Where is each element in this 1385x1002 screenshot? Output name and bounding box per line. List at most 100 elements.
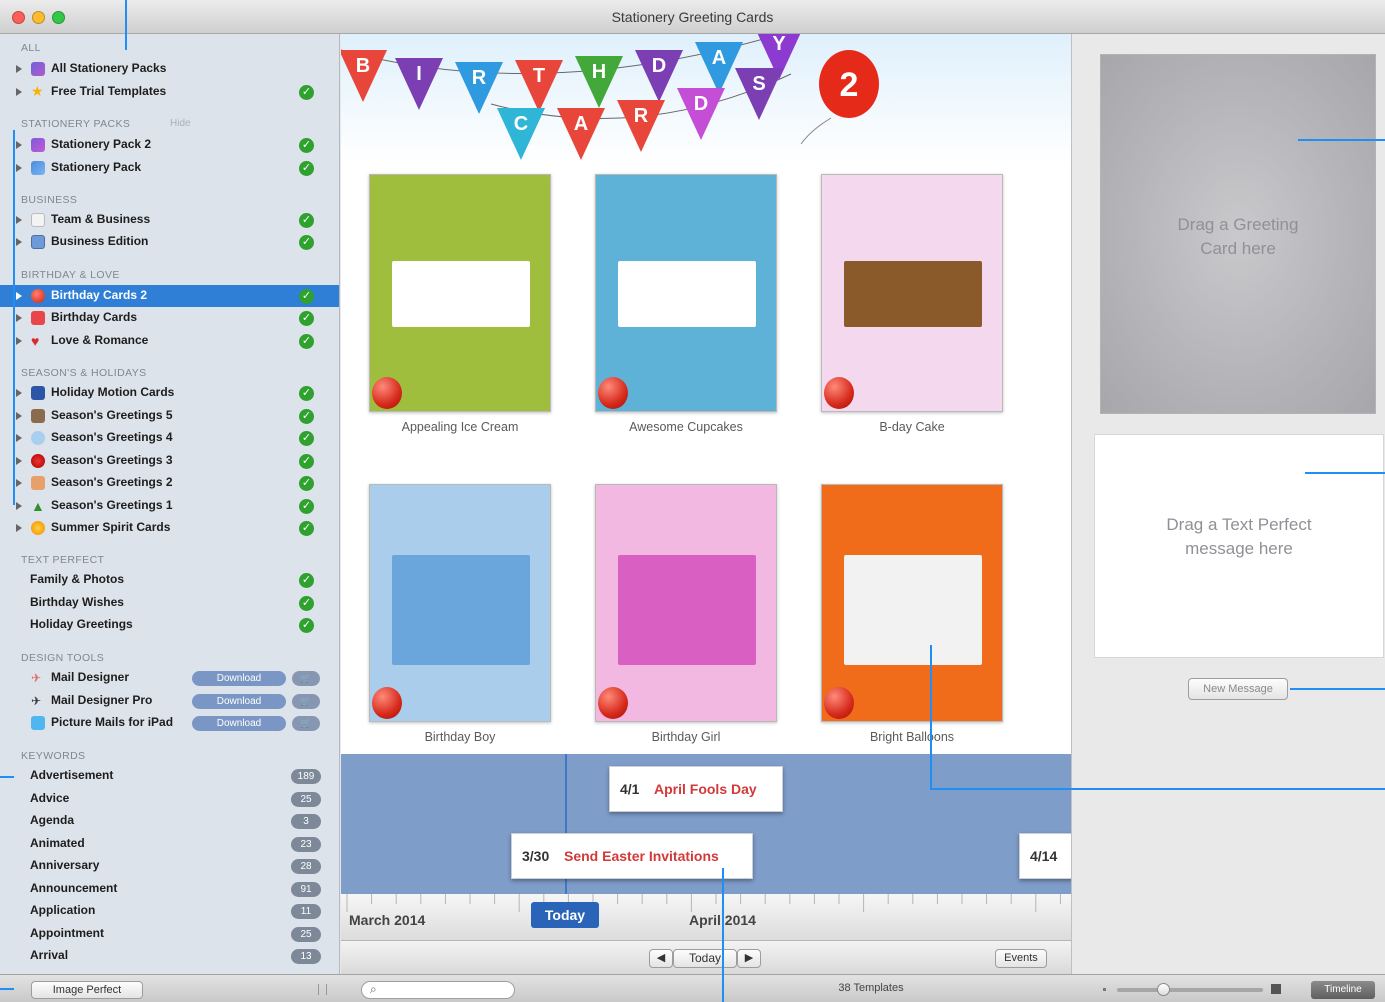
search-input[interactable]: ⌕	[361, 981, 515, 999]
template-card[interactable]	[369, 484, 551, 722]
installed-check-icon: ✓	[299, 499, 314, 514]
installed-check-icon: ✓	[299, 138, 314, 153]
sidebar-item-team-business[interactable]: Team & Business ✓	[0, 209, 339, 231]
disclosure-triangle-icon[interactable]	[16, 524, 22, 532]
bunting-letter: R	[472, 67, 487, 89]
card-text-area	[392, 261, 530, 327]
event-april-fools[interactable]: 4/1 April Fools Day	[609, 766, 783, 812]
today-marker[interactable]: Today	[531, 902, 599, 928]
event-name: Send Easter Invitations	[564, 848, 719, 864]
sidebar-item-seasons-greetings-3[interactable]: Season's Greetings 3 ✓	[0, 450, 339, 472]
hide-link[interactable]: Hide	[170, 118, 191, 129]
installed-check-icon: ✓	[299, 334, 314, 349]
template-card[interactable]	[595, 484, 777, 722]
sidebar-item-label: Birthday Cards 2	[51, 288, 148, 302]
template-card[interactable]	[369, 174, 551, 412]
sidebar-item-business-edition[interactable]: Business Edition ✓	[0, 231, 339, 253]
section-design-tools: DESIGN TOOLS	[21, 652, 105, 664]
sidebar-item-free-trial-templates[interactable]: ★ Free Trial Templates ✓	[0, 81, 339, 103]
sidebar-item-birthday-cards-2[interactable]: Birthday Cards 2 ✓	[0, 285, 339, 307]
callout-line	[125, 0, 127, 50]
sidebar-item-holiday-greetings[interactable]: Holiday Greetings ✓	[0, 614, 339, 636]
callout-line	[930, 788, 1385, 790]
disclosure-triangle-icon[interactable]	[16, 292, 22, 300]
sidebar-item-seasons-greetings-4[interactable]: Season's Greetings 4 ✓	[0, 427, 339, 449]
close-window-button[interactable]	[12, 11, 25, 24]
sidebar-item-love-romance[interactable]: ♥ Love & Romance ✓	[0, 330, 339, 352]
sidebar-item-seasons-greetings-5[interactable]: Season's Greetings 5 ✓	[0, 405, 339, 427]
disclosure-triangle-icon[interactable]	[16, 65, 22, 73]
sidebar-item-holiday-motion-cards[interactable]: Holiday Motion Cards ✓	[0, 382, 339, 404]
zoom-slider[interactable]	[1117, 983, 1263, 996]
sidebar-item-birthday-cards[interactable]: Birthday Cards ✓	[0, 307, 339, 329]
keyword-item[interactable]: Appointment 25	[0, 923, 339, 945]
minimize-window-button[interactable]	[32, 11, 45, 24]
keyword-item[interactable]: Animated 23	[0, 833, 339, 855]
sidebar-item-family-photos[interactable]: Family & Photos ✓	[0, 569, 339, 591]
disclosure-triangle-icon[interactable]	[16, 238, 22, 246]
keyword-count-badge: 189	[291, 769, 321, 784]
resize-handle-icon[interactable]	[318, 984, 327, 995]
bunting-letter: D	[694, 93, 708, 115]
sidebar-item-picture-mails-ipad[interactable]: Picture Mails for iPad Download 🛒	[0, 712, 339, 734]
sidebar-item-mail-designer-pro[interactable]: ✈ Mail Designer Pro Download 🛒	[0, 690, 339, 712]
pack-icon	[31, 161, 45, 175]
keyword-item[interactable]: Announcement 91	[0, 878, 339, 900]
zoom-window-button[interactable]	[52, 11, 65, 24]
greeting-card-drop-zone[interactable]: Drag a Greeting Card here	[1100, 54, 1376, 414]
sidebar-item-stationery-pack[interactable]: Stationery Pack ✓	[0, 157, 339, 179]
disclosure-triangle-icon[interactable]	[16, 337, 22, 345]
disclosure-triangle-icon[interactable]	[16, 502, 22, 510]
keyword-item[interactable]: Arrival 13	[0, 945, 339, 967]
keyword-item[interactable]: Agenda 3	[0, 810, 339, 832]
template-card[interactable]	[595, 174, 777, 412]
callout-line	[0, 776, 14, 778]
today-button[interactable]: Today	[673, 949, 737, 968]
keyword-item[interactable]: Anniversary 28	[0, 855, 339, 877]
disclosure-triangle-icon[interactable]	[16, 164, 22, 172]
disclosure-triangle-icon[interactable]	[16, 434, 22, 442]
sidebar-item-seasons-greetings-1[interactable]: ▲ Season's Greetings 1 ✓	[0, 495, 339, 517]
keyword-count-badge: 13	[291, 949, 321, 964]
cart-icon[interactable]: 🛒	[292, 694, 320, 709]
disclosure-triangle-icon[interactable]	[16, 412, 22, 420]
download-button[interactable]: Download	[192, 694, 286, 709]
sidebar-item-mail-designer[interactable]: ✈ Mail Designer Download 🛒	[0, 667, 339, 689]
disclosure-triangle-icon[interactable]	[16, 141, 22, 149]
disclosure-triangle-icon[interactable]	[16, 389, 22, 397]
next-button[interactable]: ▶	[737, 949, 761, 968]
cart-icon[interactable]: 🛒	[292, 716, 320, 731]
event-send-easter-invitations[interactable]: 3/30 Send Easter Invitations	[511, 833, 753, 879]
installed-check-icon: ✓	[299, 213, 314, 228]
text-message-drop-zone[interactable]: Drag a Text Perfect message here	[1094, 434, 1384, 658]
timeline-toggle-button[interactable]: Timeline	[1311, 981, 1375, 999]
sidebar-item-label: Picture Mails for iPad	[51, 715, 174, 729]
template-card[interactable]	[821, 484, 1003, 722]
keyword-item[interactable]: Advice 25	[0, 788, 339, 810]
zoom-slider-knob[interactable]	[1157, 983, 1170, 996]
cart-icon[interactable]: 🛒	[292, 671, 320, 686]
sidebar-item-birthday-wishes[interactable]: Birthday Wishes ✓	[0, 592, 339, 614]
disclosure-triangle-icon[interactable]	[16, 216, 22, 224]
sidebar-item-summer-spirit-cards[interactable]: Summer Spirit Cards ✓	[0, 517, 339, 539]
sidebar-item-stationery-pack-2[interactable]: Stationery Pack 2 ✓	[0, 134, 339, 156]
disclosure-triangle-icon[interactable]	[16, 314, 22, 322]
events-button[interactable]: Events	[995, 949, 1047, 968]
previous-button[interactable]: ◀	[649, 949, 673, 968]
new-message-button[interactable]: New Message	[1188, 678, 1288, 700]
event-4-14[interactable]: 4/14	[1019, 833, 1075, 879]
keyword-item[interactable]: Application 11	[0, 900, 339, 922]
disclosure-triangle-icon[interactable]	[16, 479, 22, 487]
pack-icon	[31, 138, 45, 152]
sidebar-item-seasons-greetings-2[interactable]: Season's Greetings 2 ✓	[0, 472, 339, 494]
sidebar-item-label: Business Edition	[51, 234, 149, 248]
image-perfect-button[interactable]: Image Perfect	[31, 981, 143, 999]
download-button[interactable]: Download	[192, 716, 286, 731]
disclosure-triangle-icon[interactable]	[16, 88, 22, 96]
sidebar-item-all-stationery-packs[interactable]: All Stationery Packs	[0, 58, 339, 80]
section-keywords: KEYWORDS	[21, 750, 86, 762]
template-card[interactable]	[821, 174, 1003, 412]
download-button[interactable]: Download	[192, 671, 286, 686]
disclosure-triangle-icon[interactable]	[16, 457, 22, 465]
keyword-item[interactable]: Advertisement 189	[0, 765, 339, 787]
